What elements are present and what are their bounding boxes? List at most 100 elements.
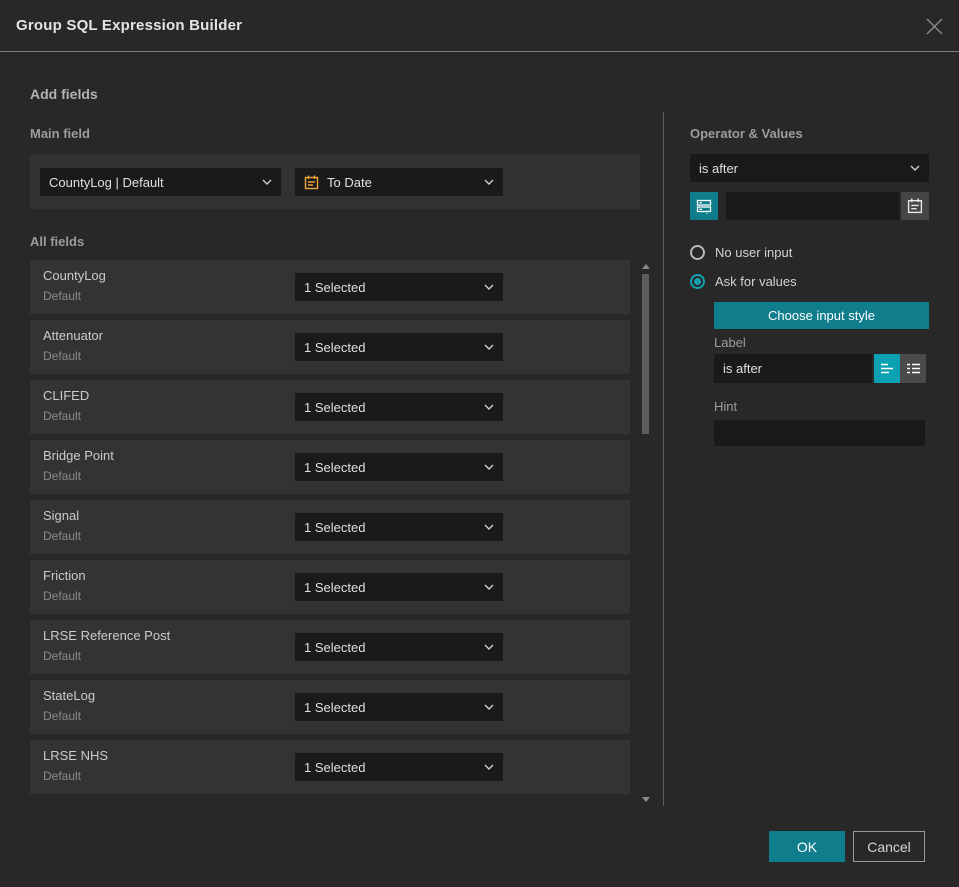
select-values-button[interactable]	[690, 192, 718, 220]
field-subtitle: Default	[43, 289, 82, 303]
row-selection-value: 1 Selected	[304, 279, 366, 295]
operator-values-heading: Operator & Values	[690, 126, 803, 141]
field-row: CLIFED Default 1 Selected	[30, 380, 630, 434]
field-name: LRSE NHS	[43, 748, 109, 763]
row-selection-dropdown[interactable]: 1 Selected	[295, 513, 503, 541]
date-picker-button[interactable]	[901, 192, 929, 220]
field-type-dropdown-value: To Date	[327, 174, 372, 190]
row-selection-dropdown[interactable]: 1 Selected	[295, 693, 503, 721]
cancel-button[interactable]: Cancel	[853, 831, 925, 862]
radio-no-user-input-label: No user input	[715, 245, 793, 260]
field-subtitle: Default	[43, 409, 82, 423]
field-row: LRSE Reference Post Default 1 Selected	[30, 620, 630, 674]
scroll-down-icon[interactable]	[642, 797, 650, 802]
label-label: Label	[714, 335, 746, 350]
chevron-down-icon	[484, 344, 494, 350]
field-name: Attenuator	[43, 328, 103, 343]
calendar-icon	[304, 175, 319, 189]
align-left-icon	[880, 363, 893, 374]
row-selection-value: 1 Selected	[304, 579, 366, 595]
field-name: LRSE Reference Post	[43, 628, 171, 643]
choose-input-style-button[interactable]: Choose input style	[714, 302, 929, 329]
field-name: CountyLog	[43, 268, 106, 283]
dialog-title: Group SQL Expression Builder	[16, 17, 243, 34]
radio-ask-for-values-label: Ask for values	[715, 274, 797, 289]
radio-ask-for-values[interactable]: Ask for values	[690, 274, 797, 289]
select-values-icon	[696, 199, 712, 214]
hint-label: Hint	[714, 399, 738, 414]
row-selection-dropdown[interactable]: 1 Selected	[295, 333, 503, 361]
field-subtitle: Default	[43, 529, 82, 543]
row-selection-dropdown[interactable]: 1 Selected	[295, 633, 503, 661]
field-name: StateLog	[43, 688, 96, 703]
chevron-down-icon	[484, 704, 494, 710]
operator-dropdown-value: is after	[699, 160, 739, 176]
row-selection-dropdown[interactable]: 1 Selected	[295, 393, 503, 421]
field-type-dropdown[interactable]: To Date	[295, 168, 503, 196]
row-selection-value: 1 Selected	[304, 759, 366, 775]
chevron-down-icon	[484, 584, 494, 590]
field-row: Friction Default 1 Selected	[30, 560, 630, 614]
label-input[interactable]	[714, 354, 872, 383]
row-selection-dropdown[interactable]: 1 Selected	[295, 753, 503, 781]
hint-input[interactable]	[714, 420, 925, 446]
all-fields-label: All fields	[30, 234, 85, 249]
field-row: StateLog Default 1 Selected	[30, 680, 630, 734]
close-icon[interactable]	[926, 18, 943, 35]
field-subtitle: Default	[43, 349, 82, 363]
main-field-label: Main field	[30, 126, 90, 141]
field-name: Friction	[43, 568, 86, 583]
field-subtitle: Default	[43, 649, 82, 663]
field-subtitle: Default	[43, 769, 82, 783]
value-input[interactable]	[726, 192, 899, 220]
group-sql-expression-builder-dialog: Group SQL Expression Builder Add fields …	[0, 0, 959, 887]
add-fields-heading: Add fields	[30, 86, 98, 102]
chevron-down-icon	[262, 179, 272, 185]
main-field-container: CountyLog | Default To Date	[30, 155, 640, 209]
field-subtitle: Default	[43, 589, 82, 603]
field-row: CountyLog Default 1 Selected	[30, 260, 630, 314]
dialog-header: Group SQL Expression Builder	[0, 0, 959, 52]
row-selection-value: 1 Selected	[304, 639, 366, 655]
chevron-down-icon	[484, 464, 494, 470]
chevron-down-icon	[484, 179, 494, 185]
radio-no-user-input[interactable]: No user input	[690, 245, 792, 260]
field-name: Signal	[43, 508, 80, 523]
row-selection-dropdown[interactable]: 1 Selected	[295, 453, 503, 481]
label-style-toggle	[874, 354, 926, 383]
operator-dropdown[interactable]: is after	[690, 154, 929, 182]
bullet-list-toggle-button[interactable]	[900, 354, 926, 383]
chevron-down-icon	[910, 165, 920, 171]
field-row: LRSE NHS Default 1 Selected	[30, 740, 630, 794]
scrollbar-thumb[interactable]	[642, 274, 649, 434]
field-row: Signal Default 1 Selected	[30, 500, 630, 554]
chevron-down-icon	[484, 524, 494, 530]
chevron-down-icon	[484, 404, 494, 410]
all-fields-list: CountyLog Default 1 Selected Attenuator …	[30, 260, 630, 794]
main-field-dropdown-value: CountyLog | Default	[49, 174, 164, 190]
field-subtitle: Default	[43, 709, 82, 723]
row-selection-dropdown[interactable]: 1 Selected	[295, 573, 503, 601]
field-subtitle: Default	[43, 469, 82, 483]
field-name: CLIFED	[43, 388, 90, 403]
radio-on-icon[interactable]	[690, 274, 705, 289]
chevron-down-icon	[484, 764, 494, 770]
ok-button[interactable]: OK	[769, 831, 845, 862]
radio-off-icon[interactable]	[690, 245, 705, 260]
chevron-down-icon	[484, 284, 494, 290]
calendar-icon	[907, 198, 923, 214]
scroll-up-icon[interactable]	[642, 264, 650, 269]
bullet-list-icon	[906, 363, 920, 374]
align-left-toggle-button[interactable]	[874, 354, 900, 383]
panel-divider	[663, 112, 664, 806]
row-selection-dropdown[interactable]: 1 Selected	[295, 273, 503, 301]
chevron-down-icon	[484, 644, 494, 650]
field-row: Bridge Point Default 1 Selected	[30, 440, 630, 494]
list-scrollbar[interactable]	[640, 258, 652, 806]
row-selection-value: 1 Selected	[304, 339, 366, 355]
field-row: Attenuator Default 1 Selected	[30, 320, 630, 374]
row-selection-value: 1 Selected	[304, 699, 366, 715]
row-selection-value: 1 Selected	[304, 399, 366, 415]
field-name: Bridge Point	[43, 448, 114, 463]
main-field-dropdown[interactable]: CountyLog | Default	[40, 168, 281, 196]
